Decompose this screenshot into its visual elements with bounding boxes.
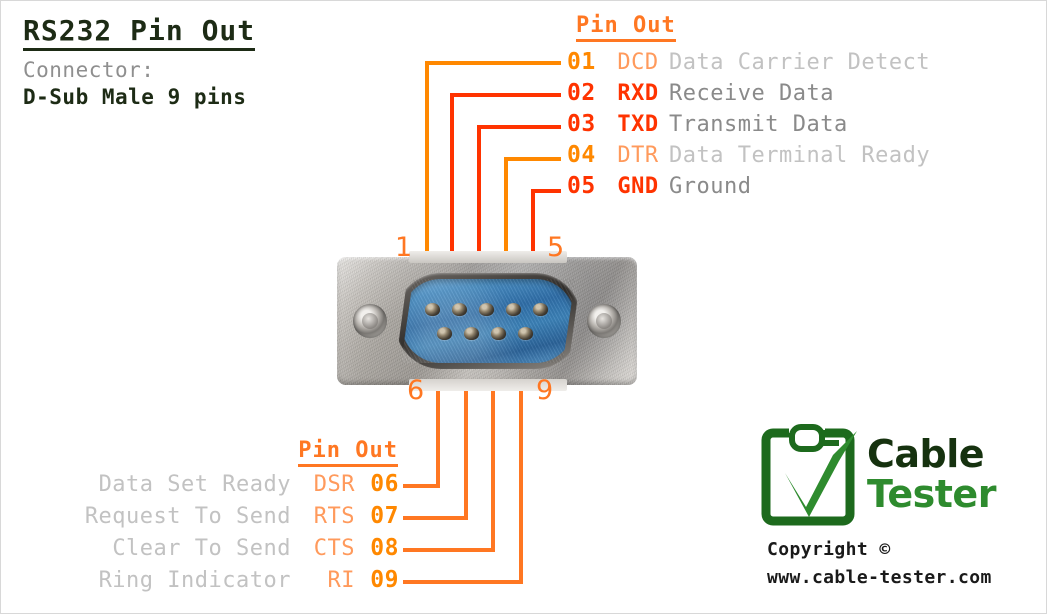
pin-signal: DTR: [617, 143, 659, 168]
pin-number: 04: [567, 142, 596, 168]
connector-pin-2: [452, 303, 467, 316]
copyright-text: Copyright ©: [767, 539, 891, 560]
logo-word-cable: Cable: [867, 432, 985, 476]
pin-index-label-6: 6: [407, 375, 425, 406]
pin-description: Data Set Ready: [98, 472, 291, 497]
dsub9-connector-image: [337, 251, 637, 391]
connector-d-shell: [395, 273, 581, 369]
connector-pin-7: [464, 327, 479, 340]
table-row: Data Set Ready DSR 06: [85, 471, 399, 503]
connector-pin-5: [533, 303, 548, 316]
table-row: 01 DCD Data Carrier Detect: [567, 49, 930, 80]
connector-insert-texture: [401, 279, 575, 363]
pin-number: 01: [567, 49, 596, 75]
pin-index-label-1: 1: [395, 232, 413, 263]
table-row: 05 GND Ground: [567, 173, 930, 204]
pin-number: 02: [567, 80, 596, 106]
pin-description: Data Terminal Ready: [669, 143, 931, 168]
connector-tab-top: [409, 251, 567, 263]
table-row: 02 RXD Receive Data: [567, 80, 930, 111]
screw-hole-right: [587, 304, 621, 338]
pin-number: 06: [370, 471, 399, 497]
pinout-header-top: Pin Out: [576, 13, 676, 42]
pin-signal: CTS: [313, 536, 355, 561]
table-row: Ring Indicator RI 09: [85, 567, 399, 599]
table-row: 03 TXD Transmit Data: [567, 111, 930, 142]
connector-pin-9: [518, 327, 533, 340]
pin-signal: RXD: [617, 81, 659, 106]
connector-pin-4: [506, 303, 521, 316]
pin-number: 09: [370, 567, 399, 593]
connector-pin-3: [479, 303, 494, 316]
pin-signal: RI: [327, 568, 355, 593]
pin-description: Transmit Data: [669, 112, 848, 137]
pin-description: Receive Data: [669, 81, 834, 106]
pin-signal: TXD: [617, 112, 659, 137]
logo-plug-icon: [789, 424, 839, 452]
table-row: Request To Send RTS 07: [85, 503, 399, 535]
pin-description: Data Carrier Detect: [669, 50, 931, 75]
title-block: RS232 Pin Out Connector: D-Sub Male 9 pi…: [23, 15, 443, 109]
connector-value: D-Sub Male 9 pins: [23, 85, 247, 110]
connector-pin-1: [425, 303, 440, 316]
pin-description: Clear To Send: [112, 536, 291, 561]
connector-pin-6: [437, 327, 452, 340]
pinout-table-top: 01 DCD Data Carrier Detect 02 RXD Receiv…: [567, 49, 930, 204]
website-url: www.cable-tester.com: [767, 567, 992, 588]
pinout-table-bottom: Data Set Ready DSR 06 Request To Send RT…: [85, 471, 399, 599]
cable-tester-logo-icon: [761, 424, 857, 526]
connector-blue-insert: [401, 279, 575, 363]
table-row: Clear To Send CTS 08: [85, 535, 399, 567]
pin-signal: GND: [617, 174, 659, 199]
screw-hole-left: [353, 304, 387, 338]
pin-index-label-5: 5: [547, 232, 565, 263]
pin-description: Request To Send: [84, 504, 291, 529]
connector-label: Connector:: [23, 58, 155, 83]
pin-number: 07: [370, 503, 399, 529]
connector-pin-8: [491, 327, 506, 340]
pin-signal: RTS: [313, 504, 355, 529]
table-row: 04 DTR Data Terminal Ready: [567, 142, 930, 173]
pin-signal: DSR: [313, 472, 355, 497]
page-title: RS232 Pin Out: [23, 15, 256, 52]
rs232-pinout-diagram: RS232 Pin Out Connector: D-Sub Male 9 pi…: [0, 0, 1047, 614]
pin-signal: DCD: [617, 50, 659, 75]
pinout-header-bottom: Pin Out: [298, 438, 398, 467]
logo-word-tester: Tester: [867, 472, 996, 516]
pin-index-label-9: 9: [536, 375, 554, 406]
pin-description: Ground: [669, 174, 752, 199]
pin-number: 05: [567, 173, 596, 199]
pin-number: 03: [567, 111, 596, 137]
pin-description: Ring Indicator: [98, 568, 291, 593]
logo-wordmark: Cable Tester: [867, 435, 996, 513]
pin-number: 08: [370, 535, 399, 561]
